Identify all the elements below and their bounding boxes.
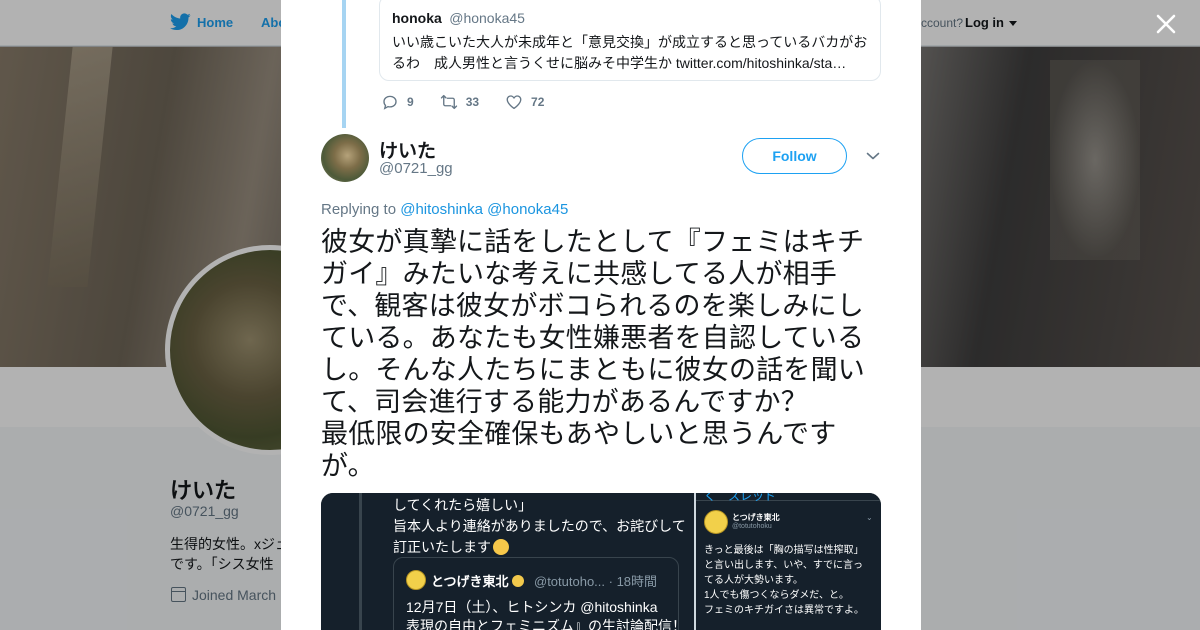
replying-to: Replying to @hitoshinka @honoka45 bbox=[321, 201, 568, 218]
smile-emoji-icon bbox=[493, 539, 509, 555]
like-count: 72 bbox=[531, 95, 545, 109]
screenshot-back-label: く スレッド bbox=[704, 493, 777, 503]
quoted-tweet-card[interactable]: honoka @honoka45 いい歳こいた大人が未成年と「意見交換」が成立す… bbox=[379, 0, 881, 81]
quoted-tweet-author-name: honoka bbox=[392, 10, 442, 26]
reply-count: 9 bbox=[407, 95, 414, 109]
quoted-tweet-text: いい歳こいた大人が未成年と「意見交換」が成立すると思っているバカがおるわ 成人男… bbox=[392, 34, 868, 71]
tweet-author-handle[interactable]: @0721_gg bbox=[379, 160, 453, 177]
conversation-thread-line bbox=[342, 0, 346, 128]
screenshot-right-panel: く スレッド とつげき東北 @totutohoku ⌄ きっと最後は「胸の描写は… bbox=[696, 493, 881, 630]
retweet-count: 33 bbox=[465, 95, 480, 109]
tweet-permalink-modal: honoka @honoka45 いい歳こいた大人が未成年と「意見交換」が成立す… bbox=[281, 0, 921, 630]
screenshot-avatar bbox=[406, 570, 426, 590]
retweet-icon bbox=[440, 94, 457, 110]
screenshot-author-handle: @totutohoku bbox=[732, 523, 772, 530]
parent-tweet-actions: 9 33 72 bbox=[381, 92, 570, 112]
reply-icon bbox=[383, 95, 397, 110]
screenshot-text: してくれたら嬉しい」 旨本人より連絡がありましたので、お詫びして 訂正いたします bbox=[393, 495, 686, 558]
follow-button[interactable]: Follow bbox=[742, 138, 847, 174]
retweet-button[interactable]: 33 bbox=[440, 93, 479, 111]
close-button[interactable] bbox=[1151, 9, 1181, 39]
chevron-down-icon[interactable] bbox=[866, 151, 880, 161]
tweet-author-name[interactable]: けいた bbox=[379, 136, 436, 163]
replying-to-label: Replying to bbox=[321, 201, 397, 218]
screenshot-author-name: とつげき東北 bbox=[732, 513, 780, 522]
close-icon bbox=[1156, 14, 1176, 34]
mention-link[interactable]: @hitoshinka bbox=[400, 201, 483, 218]
screenshot-author-name: とつげき東北 bbox=[431, 571, 525, 590]
screenshot-quoted-text: 12月7日（土）、ヒトシンカ @hitoshinka 表現の自由とフェミニズム』… bbox=[406, 599, 686, 630]
screenshot-left-panel: してくれたら嬉しい」 旨本人より連絡がありましたので、お詫びして 訂正いたします… bbox=[321, 493, 694, 630]
moon-emoji-icon bbox=[512, 575, 525, 587]
screenshot-text-body: してくれたら嬉しい」 旨本人より連絡がありましたので、お詫びして 訂正いたします bbox=[393, 497, 686, 555]
mention-link[interactable]: @honoka45 bbox=[487, 201, 568, 218]
tweet-text: 彼女が真摯に話をしたとして『フェミはキチガイ』みたいな考えに共感してる人が相手で… bbox=[321, 227, 865, 482]
screenshot-author-handle: @totutoho... · 18時間 bbox=[534, 574, 658, 589]
chevron-down-icon: ⌄ bbox=[866, 513, 873, 522]
screenshot-tweet-text: きっと最後は「胸の描写は性搾取」 と言い出します、いや、すでに言っ てる人が大勢… bbox=[704, 545, 864, 616]
screenshot-header: く スレッド bbox=[696, 493, 881, 503]
screenshot-avatar bbox=[704, 510, 728, 534]
quoted-tweet-author-handle: @honoka45 bbox=[449, 10, 525, 26]
screenshot-thread-line bbox=[359, 493, 362, 630]
like-button[interactable]: 72 bbox=[505, 93, 544, 111]
tweet-image[interactable]: してくれたら嬉しい」 旨本人より連絡がありましたので、お詫びして 訂正いたします… bbox=[321, 493, 881, 630]
tweet-author-avatar[interactable] bbox=[321, 134, 369, 182]
screenshot-quoted-tweet: とつげき東北 @totutoho... · 18時間 12月7日（土）、ヒトシン… bbox=[393, 557, 686, 630]
screenshot-author-name-text: とつげき東北 bbox=[431, 574, 509, 589]
heart-icon bbox=[506, 95, 522, 110]
reply-button[interactable]: 9 bbox=[381, 93, 414, 111]
